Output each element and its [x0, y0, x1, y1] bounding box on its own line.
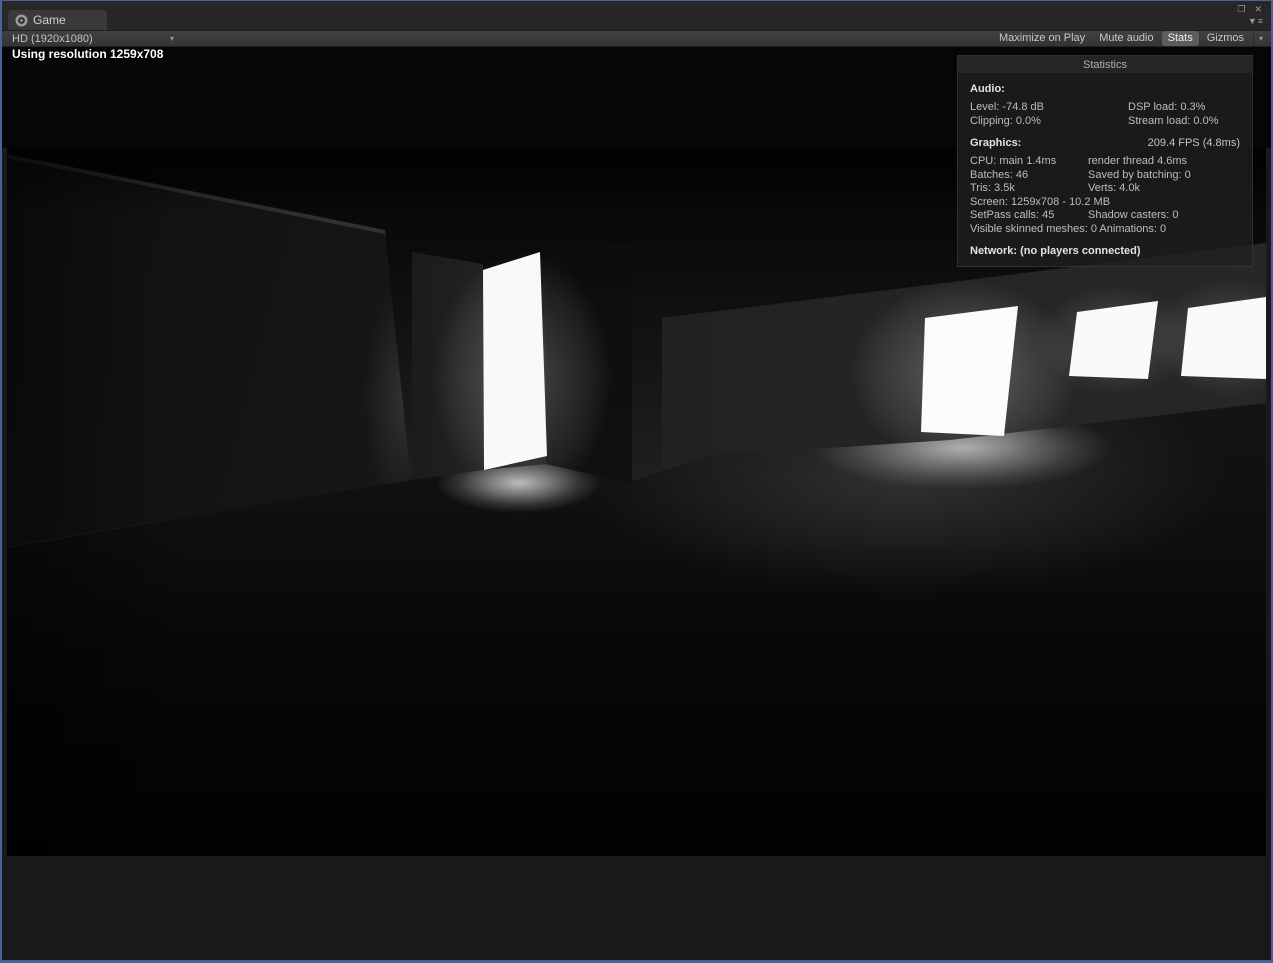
aspect-ratio-dropdown[interactable]: HD (1920x1080) ▾ [8, 33, 174, 45]
audio-row: Level: -74.8 dB DSP load: 0.3% [970, 101, 1240, 115]
stats-button[interactable]: Stats [1162, 31, 1199, 46]
audio-row: Clipping: 0.0% Stream load: 0.0% [970, 115, 1240, 129]
toolbar-right-group: Maximize on Play Mute audio Stats Gizmos… [993, 30, 1265, 47]
tab-game-label: Game [33, 13, 66, 27]
graphics-section-heading-row: Graphics: 209.4 FPS (4.8ms) [970, 137, 1240, 149]
resolution-notification: Using resolution 1259x708 [12, 47, 163, 61]
graphics-row: Visible skinned meshes: 0 Animations: 0 [970, 223, 1240, 237]
pane-menu-lines-icon: ≡ [1258, 16, 1264, 26]
stats-panel-title: Statistics [958, 56, 1252, 73]
tab-game[interactable]: Game [8, 10, 107, 30]
skinned-meshes-animations: Visible skinned meshes: 0 Animations: 0 [970, 223, 1088, 237]
pane-menu-icon[interactable]: ▼≡ [1248, 16, 1264, 26]
pane-menu-arrow-icon: ▼ [1248, 16, 1258, 26]
tris-count: Tris: 3.5k [970, 182, 1088, 196]
audio-section-heading: Audio: [970, 83, 1240, 95]
graphics-section-heading: Graphics: [970, 137, 1021, 149]
screen-info: Screen: 1259x708 - 10.2 MB [970, 196, 1088, 210]
game-view-toolbar: HD (1920x1080) ▾ Maximize on Play Mute a… [2, 30, 1271, 47]
audio-level: Level: -74.8 dB [970, 101, 1128, 115]
maximize-on-play-button[interactable]: Maximize on Play [993, 31, 1091, 46]
titlebar: Game ❐ ✕ ▼≡ [2, 1, 1271, 30]
setpass-calls: SetPass calls: 45 [970, 209, 1088, 223]
mute-audio-button[interactable]: Mute audio [1093, 31, 1159, 46]
restore-window-icon[interactable]: ❐ [1237, 4, 1245, 14]
verts-count: Verts: 4.0k [1088, 182, 1140, 196]
network-status: Network: (no players connected) [970, 245, 1240, 257]
audio-clipping: Clipping: 0.0% [970, 115, 1128, 129]
chevron-down-icon: ▾ [170, 34, 174, 43]
unity-game-window: Game ❐ ✕ ▼≡ HD (1920x1080) ▾ Maximize on… [0, 0, 1273, 963]
audio-stream-load: Stream load: 0.0% [1128, 115, 1219, 129]
fps-value: 209.4 FPS (4.8ms) [1148, 137, 1240, 149]
stats-panel: Statistics Audio: Level: -74.8 dB DSP lo… [957, 55, 1253, 267]
gizmos-dropdown-icon[interactable]: ▾ [1253, 30, 1265, 47]
render-thread-time: render thread 4.6ms [1088, 155, 1187, 169]
game-view-icon [15, 14, 28, 27]
window-controls: ❐ ✕ [1237, 4, 1262, 14]
audio-dsp-load: DSP load: 0.3% [1128, 101, 1205, 115]
shadow-casters: Shadow casters: 0 [1088, 209, 1179, 223]
batches-count: Batches: 46 [970, 169, 1088, 183]
game-viewport[interactable]: Using resolution 1259x708 Statistics Aud… [2, 47, 1271, 960]
saved-by-batching: Saved by batching: 0 [1088, 169, 1191, 183]
graphics-row: SetPass calls: 45 Shadow casters: 0 [970, 209, 1240, 223]
graphics-row: Tris: 3.5k Verts: 4.0k [970, 182, 1240, 196]
gizmos-button[interactable]: Gizmos [1201, 31, 1250, 46]
close-window-icon[interactable]: ✕ [1254, 4, 1262, 14]
cpu-main-time: CPU: main 1.4ms [970, 155, 1088, 169]
stats-panel-body: Audio: Level: -74.8 dB DSP load: 0.3% Cl… [958, 73, 1252, 266]
graphics-row: CPU: main 1.4ms render thread 4.6ms [970, 155, 1240, 169]
aspect-ratio-label: HD (1920x1080) [12, 33, 93, 45]
graphics-row: Screen: 1259x708 - 10.2 MB [970, 196, 1240, 210]
graphics-row: Batches: 46 Saved by batching: 0 [970, 169, 1240, 183]
